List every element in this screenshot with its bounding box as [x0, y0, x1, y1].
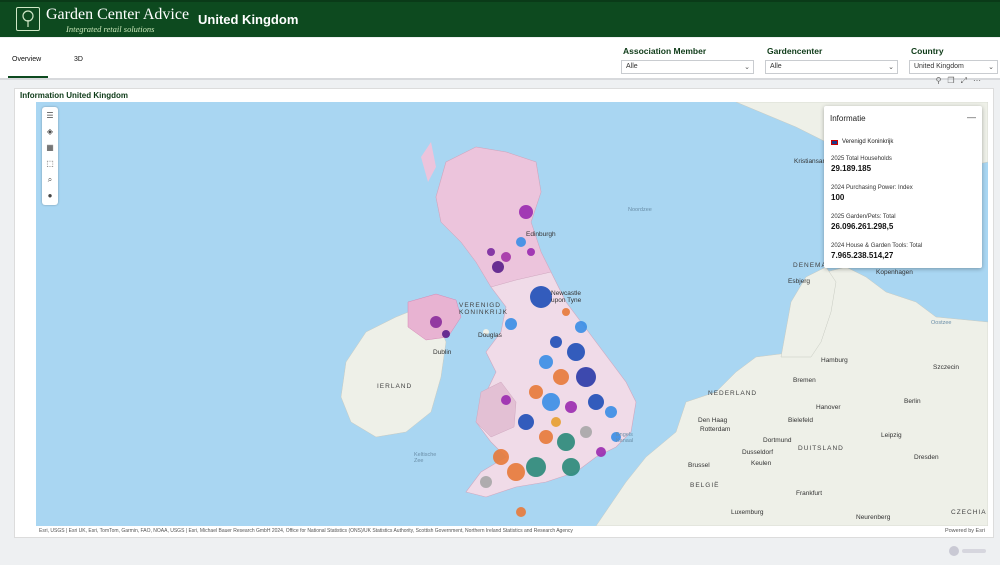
- more-options-icon[interactable]: ⋯: [973, 76, 987, 85]
- info-row: 2024 House & Garden Tools: Total 7.965.2…: [831, 243, 922, 260]
- logo-title: Garden Center Advice: [46, 6, 190, 23]
- label-neurenberg: Neurenberg: [856, 514, 891, 521]
- powered-by-link[interactable]: Powered by Esri: [945, 528, 985, 534]
- label-czechia: CZECHIA: [951, 509, 987, 516]
- chevron-down-icon: ⌄: [744, 64, 750, 71]
- basemap-gallery-icon[interactable]: ▦: [45, 143, 55, 153]
- info-country: Verenigd Koninkrijk: [842, 139, 894, 145]
- label-dublin: Dublin: [433, 349, 452, 356]
- tree-icon: [16, 7, 40, 31]
- search-icon[interactable]: ⌕: [45, 175, 55, 185]
- label-dresden: Dresden: [914, 454, 939, 461]
- focus-mode-icon[interactable]: ⤢: [961, 76, 973, 85]
- map-view[interactable]: Noordzee DENEMARKEN Kristiansand Kopenha…: [36, 102, 988, 526]
- filter-association-member: Association Member: [623, 46, 706, 56]
- info-panel: Informatie — Verenigd Koninkrijk 2025 To…: [824, 106, 982, 268]
- chevron-down-icon: ⌄: [988, 64, 994, 71]
- logo-subtitle: Integrated retail solutions: [66, 24, 155, 34]
- info-label: 2024 Purchasing Power: Index: [831, 185, 913, 191]
- label-engels-kanaal: Engels Kanaal: [616, 432, 634, 444]
- label-hamburg: Hamburg: [821, 357, 848, 364]
- uk-flag-icon: [831, 140, 838, 145]
- select-value: Alle: [770, 63, 782, 70]
- tab-bar: Overview 3D Association Member Alle ⌄ Ga…: [0, 38, 1000, 80]
- tab-overview[interactable]: Overview: [12, 56, 41, 63]
- minimize-icon[interactable]: —: [967, 112, 976, 122]
- label-verenigd-koninkrijk: VERENIGD KONINKRIJK: [459, 302, 509, 316]
- filter-gardencenter: Gardencenter: [767, 46, 822, 56]
- label-esbjerg: Esbjerg: [788, 278, 811, 285]
- panel-title: Information United Kingdom: [20, 91, 128, 100]
- association-member-select[interactable]: Alle ⌄: [621, 60, 754, 74]
- label-duitsland: DUITSLAND: [798, 445, 844, 452]
- label-dortmund: Dortmund: [763, 437, 792, 444]
- info-value: 26.096.261.298,5: [831, 222, 894, 231]
- filter-label: Association Member: [623, 46, 707, 56]
- label-edinburgh: Edinburgh: [526, 231, 556, 238]
- menu-icon[interactable]: ☰: [45, 111, 55, 121]
- label-newcastle: Newcastle upon Tyne: [551, 290, 582, 304]
- label-douglas: Douglas: [478, 332, 502, 339]
- label-bremen: Bremen: [793, 377, 816, 384]
- tab-3d[interactable]: 3D: [74, 56, 83, 63]
- select-value: United Kingdom: [914, 63, 964, 70]
- filter-label: Gardencenter: [767, 46, 823, 56]
- page-title: United Kingdom: [198, 12, 299, 27]
- label-frankfurt: Frankfurt: [796, 490, 823, 497]
- layers-icon[interactable]: ◈: [45, 127, 55, 137]
- label-berlin: Berlin: [904, 398, 921, 405]
- info-label: 2025 Total Households: [831, 156, 892, 162]
- map-attribution: Esri, USGS | Esri UK, Esri, TomTom, Garm…: [39, 528, 573, 534]
- active-tab-indicator: [8, 76, 48, 78]
- info-label: 2025 Garden/Pets: Total: [831, 214, 896, 220]
- info-row: 2024 Purchasing Power: Index 100: [831, 185, 913, 202]
- copy-icon[interactable]: ❐: [947, 76, 960, 85]
- top-header: Garden Center Advice Integrated retail s…: [0, 0, 1000, 37]
- chevron-down-icon: ⌄: [888, 64, 894, 71]
- filter-label: Country: [911, 46, 944, 56]
- user-icon[interactable]: ●: [45, 191, 55, 201]
- label-brussel: Brussel: [688, 462, 710, 469]
- pin-icon[interactable]: ⚲: [936, 76, 948, 85]
- label-luxemburg: Luxemburg: [731, 509, 764, 516]
- gardencenter-select[interactable]: Alle ⌄: [765, 60, 898, 74]
- label-rotterdam: Rotterdam: [700, 426, 731, 433]
- label-noordzee: Noordzee: [628, 207, 652, 213]
- label-nederland: NEDERLAND: [708, 390, 758, 397]
- info-value: 100: [831, 193, 845, 202]
- visual-header-icons: ⚲❐⤢⋯: [936, 76, 987, 86]
- info-value: 29.189.185: [831, 164, 872, 173]
- label-leipzig: Leipzig: [881, 432, 902, 439]
- info-label: 2024 House & Garden Tools: Total: [831, 243, 923, 249]
- watermark-logo: [948, 545, 988, 559]
- label-keulen: Keulen: [751, 460, 772, 467]
- info-row: 2025 Garden/Pets: Total 26.096.261.298,5: [831, 214, 896, 231]
- info-value: 7.965.238.514,27: [831, 251, 894, 260]
- brand-logo: Garden Center Advice Integrated retail s…: [16, 6, 189, 35]
- label-kopenhagen: Kopenhagen: [876, 269, 913, 276]
- select-area-icon[interactable]: ⬚: [45, 159, 55, 169]
- label-ierland: IERLAND: [377, 383, 413, 390]
- map-panel: ⚲❐⤢⋯ Information United Kingdom Noordzee…: [14, 76, 994, 538]
- info-row: 2025 Total Households 29.189.185: [831, 156, 892, 173]
- map-toolbar: ☰ ◈ ▦ ⬚ ⌕ ●: [42, 107, 58, 205]
- label-oostzee: Oostzee: [931, 320, 952, 326]
- select-value: Alle: [626, 63, 638, 70]
- label-hanover: Hanover: [816, 404, 841, 411]
- label-bielefeld: Bielefeld: [788, 417, 813, 424]
- label-den-haag: Den Haag: [698, 417, 728, 424]
- label-belgie: BELGIË: [690, 482, 720, 489]
- label-keltische-zee: Keltische Zee: [414, 452, 437, 464]
- country-select[interactable]: United Kingdom ⌄: [909, 60, 998, 74]
- info-panel-title: Informatie: [830, 114, 866, 123]
- filter-country: Country: [911, 46, 944, 56]
- label-dusseldorf: Dusseldorf: [742, 449, 774, 456]
- label-szczecin: Szczecin: [933, 364, 960, 371]
